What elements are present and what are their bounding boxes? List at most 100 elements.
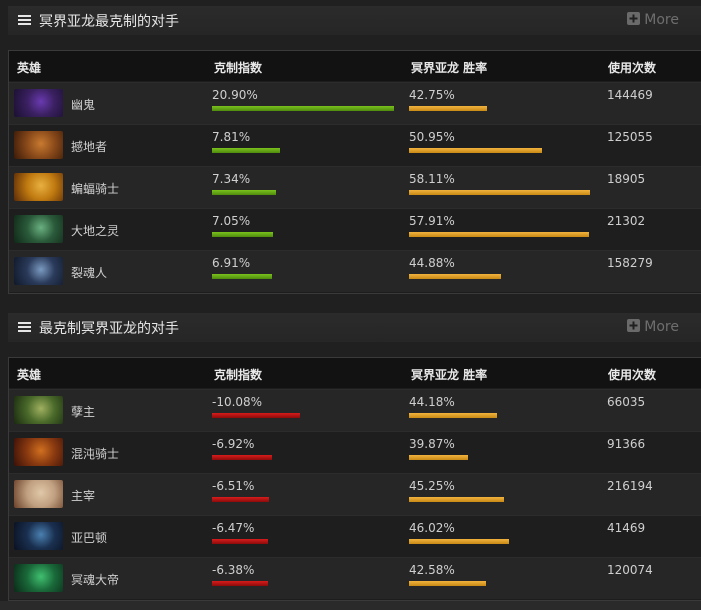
winrate-bar — [409, 190, 590, 195]
table-row[interactable]: 混沌骑士 -6.92% 39.87% 91366 — [9, 431, 701, 473]
hero-avatar[interactable] — [14, 131, 63, 159]
hero-avatar[interactable] — [14, 89, 63, 117]
hero-name[interactable]: 蝙蝠骑士 — [71, 180, 119, 197]
hero-avatar[interactable] — [14, 564, 63, 592]
winrate-value: 58.11% — [409, 172, 455, 186]
winrate-value: 57.91% — [409, 214, 455, 228]
table-row[interactable]: 幽鬼 20.90% 42.75% 144469 — [9, 82, 701, 124]
matches-count: 18905 — [607, 172, 646, 186]
table-row[interactable]: 撼地者 7.81% 50.95% 125055 — [9, 124, 701, 166]
advantage-bar — [212, 539, 268, 544]
hero-avatar[interactable] — [14, 480, 63, 508]
column-header-matches: 使用次数 — [608, 61, 657, 75]
advantage-value: -6.47% — [212, 521, 255, 535]
hero-avatar[interactable] — [14, 257, 63, 285]
hero-name[interactable]: 亚巴顿 — [71, 529, 107, 546]
hero-name[interactable]: 幽鬼 — [71, 96, 95, 113]
hero-avatar[interactable] — [14, 438, 63, 466]
advantage-bar — [212, 232, 273, 237]
advantage-bar — [212, 148, 280, 153]
advantage-value: 7.81% — [212, 130, 251, 144]
section-header: 最克制冥界亚龙的对手 More — [8, 313, 701, 342]
advantage-bar — [212, 413, 300, 418]
hero-name[interactable]: 混沌骑士 — [71, 445, 119, 462]
more-label: More — [644, 319, 679, 335]
winrate-value: 45.25% — [409, 479, 455, 493]
winrate-value: 42.58% — [409, 563, 455, 577]
hero-name[interactable]: 孽主 — [71, 403, 95, 420]
advantage-value: -6.38% — [212, 563, 255, 577]
hero-name[interactable]: 大地之灵 — [71, 222, 119, 239]
section-title: 冥界亚龙最克制的对手 — [39, 14, 179, 30]
winrate-bar — [409, 455, 468, 460]
bottom-divider — [0, 601, 701, 610]
hero-avatar[interactable] — [14, 396, 63, 424]
countered-by-table: 英雄 克制指数 冥界亚龙 胜率 使用次数 孽主 -10.08% 44.18% 6603… — [8, 357, 701, 601]
winrate-bar — [409, 497, 504, 502]
more-button[interactable]: More — [627, 12, 679, 28]
table-row[interactable]: 裂魂人 6.91% 44.88% 158279 — [9, 250, 701, 292]
menu-icon — [18, 15, 31, 26]
advantage-value: 7.05% — [212, 214, 251, 228]
advantage-bar — [212, 106, 394, 111]
matches-count: 144469 — [607, 88, 653, 102]
advantage-bar — [212, 455, 272, 460]
matches-count: 125055 — [607, 130, 653, 144]
more-button[interactable]: More — [627, 319, 679, 335]
winrate-value: 42.75% — [409, 88, 455, 102]
winrate-value: 50.95% — [409, 130, 455, 144]
column-header-winrate: 冥界亚龙 胜率 — [411, 368, 488, 382]
winrate-bar — [409, 106, 487, 111]
table-row[interactable]: 孽主 -10.08% 44.18% 66035 — [9, 389, 701, 431]
counters-table: 英雄 克制指数 冥界亚龙 胜率 使用次数 幽鬼 20.90% 42.75% 14446… — [8, 50, 701, 294]
hero-name[interactable]: 主宰 — [71, 487, 95, 504]
table-row[interactable]: 蝙蝠骑士 7.34% 58.11% 18905 — [9, 166, 701, 208]
more-label: More — [644, 12, 679, 28]
plus-icon — [627, 12, 641, 25]
advantage-bar — [212, 581, 268, 586]
advantage-value: 6.91% — [212, 256, 251, 270]
table-header: 英雄 克制指数 冥界亚龙 胜率 使用次数 — [9, 51, 701, 81]
hero-name[interactable]: 冥魂大帝 — [71, 571, 119, 588]
column-header-hero: 英雄 — [17, 368, 42, 382]
section-header: 冥界亚龙最克制的对手 More — [8, 6, 701, 35]
winrate-bar — [409, 413, 497, 418]
winrate-value: 44.88% — [409, 256, 455, 270]
column-header-matches: 使用次数 — [608, 368, 657, 382]
winrate-value: 39.87% — [409, 437, 455, 451]
section-title: 最克制冥界亚龙的对手 — [39, 321, 179, 337]
advantage-bar — [212, 190, 276, 195]
winrate-bar — [409, 539, 509, 544]
advantage-bar — [212, 274, 272, 279]
winrate-value: 44.18% — [409, 395, 455, 409]
matches-count: 41469 — [607, 521, 646, 535]
advantage-value: -6.51% — [212, 479, 255, 493]
winrate-bar — [409, 581, 486, 586]
table-row[interactable]: 主宰 -6.51% 45.25% 216194 — [9, 473, 701, 515]
matches-count: 216194 — [607, 479, 653, 493]
matches-count: 158279 — [607, 256, 653, 270]
matches-count: 120074 — [607, 563, 653, 577]
table-row[interactable]: 亚巴顿 -6.47% 46.02% 41469 — [9, 515, 701, 557]
column-header-advantage: 克制指数 — [214, 61, 263, 75]
plus-icon — [627, 319, 641, 332]
winrate-bar — [409, 274, 501, 279]
winrate-bar — [409, 232, 589, 237]
matches-count: 66035 — [607, 395, 646, 409]
hero-avatar[interactable] — [14, 215, 63, 243]
hero-avatar[interactable] — [14, 173, 63, 201]
table-row[interactable]: 大地之灵 7.05% 57.91% 21302 — [9, 208, 701, 250]
matches-count: 91366 — [607, 437, 646, 451]
table-row[interactable]: 冥魂大帝 -6.38% 42.58% 120074 — [9, 557, 701, 599]
winrate-value: 46.02% — [409, 521, 455, 535]
hero-name[interactable]: 撼地者 — [71, 138, 107, 155]
advantage-value: -6.92% — [212, 437, 255, 451]
advantage-value: 20.90% — [212, 88, 258, 102]
hero-name[interactable]: 裂魂人 — [71, 264, 107, 281]
advantage-bar — [212, 497, 269, 502]
column-header-winrate: 冥界亚龙 胜率 — [411, 61, 488, 75]
hero-avatar[interactable] — [14, 522, 63, 550]
advantage-value: -10.08% — [212, 395, 263, 409]
advantage-value: 7.34% — [212, 172, 251, 186]
table-header: 英雄 克制指数 冥界亚龙 胜率 使用次数 — [9, 358, 701, 388]
